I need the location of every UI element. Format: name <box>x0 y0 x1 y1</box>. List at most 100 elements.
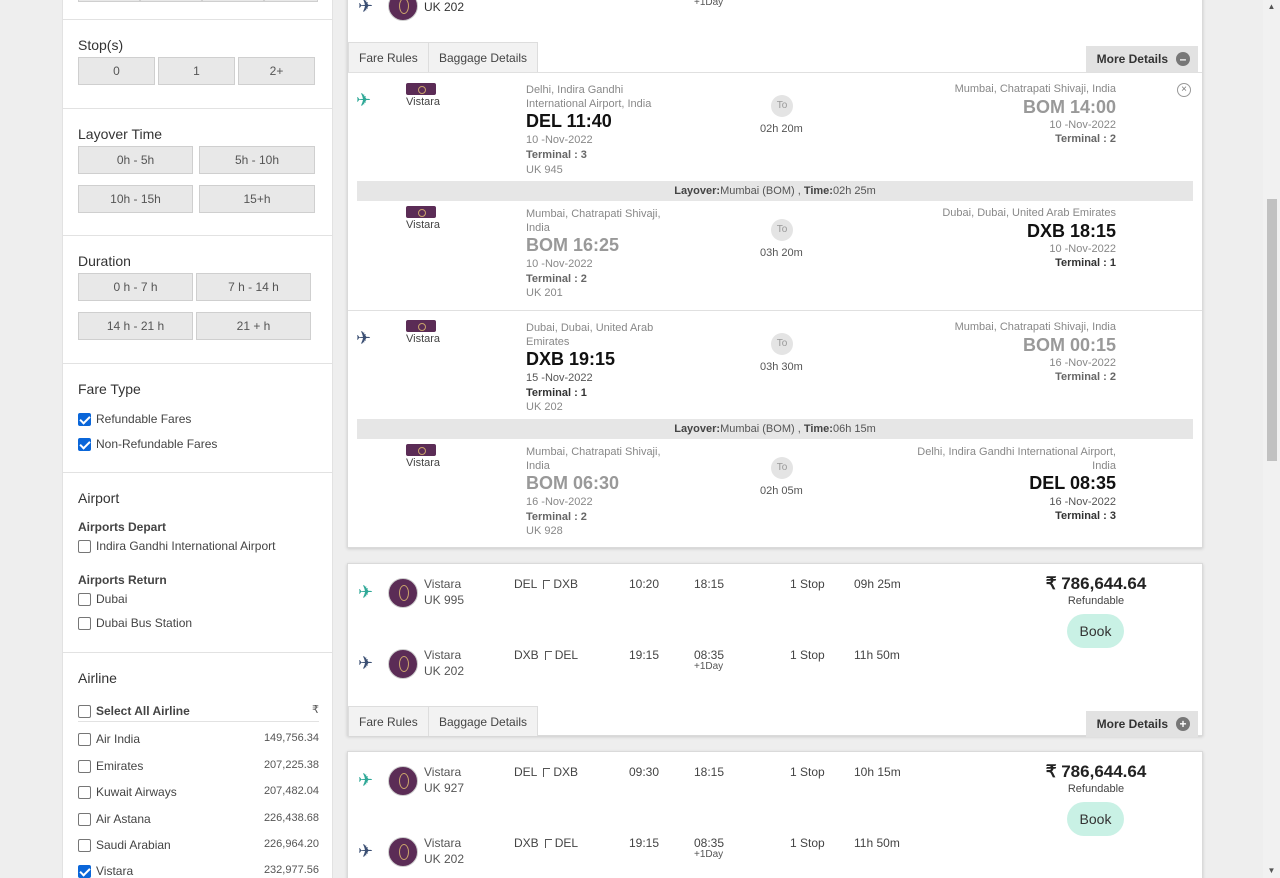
more-details-button[interactable]: More Details + <box>1085 711 1198 737</box>
arrival-time: 18:15 <box>694 577 725 591</box>
select-all-checkbox[interactable] <box>78 704 91 718</box>
airline-name: Vistara <box>424 765 462 779</box>
departure-plane-icon: ✈ <box>356 90 372 110</box>
layover-label: Layover: <box>674 423 721 435</box>
route-to: DEL <box>554 836 579 850</box>
airline-option[interactable]: Vistara <box>78 863 133 878</box>
from-code-time: BOM 06:30 <box>526 473 620 493</box>
layover-option-15plus[interactable]: 15+h <box>199 185 315 213</box>
book-button[interactable]: Book <box>1067 614 1124 648</box>
tab-baggage-details[interactable]: Baggage Details <box>428 42 539 72</box>
duration-filter: Duration 0 h - 7 h 7 h - 14 h 14 h - 21 … <box>63 236 332 364</box>
filter-sidebar: Stop(s) 0 1 2+ Layover Time 0h - 5h 5h -… <box>62 0 333 878</box>
from-date: 10 -Nov-2022 <box>526 258 593 270</box>
to-indicator: To <box>771 333 793 355</box>
airport-return-checkbox[interactable] <box>78 592 91 606</box>
tab-baggage-details[interactable]: Baggage Details <box>428 706 539 736</box>
to-terminal: Terminal : 3 <box>1055 510 1116 522</box>
airport-depart-checkbox[interactable] <box>78 539 91 553</box>
non-refundable-checkbox[interactable] <box>78 437 91 451</box>
filter-button-remnant[interactable] <box>264 0 318 2</box>
vistara-logo <box>406 206 436 218</box>
duration-option-14-21[interactable]: 14 h - 21 h <box>78 312 193 340</box>
more-details-label: More Details <box>1096 52 1168 66</box>
select-all-airline-option[interactable]: Select All Airline <box>78 703 190 719</box>
layover-option-10-15[interactable]: 10h - 15h <box>78 185 193 213</box>
duration: 11h 50m <box>854 648 900 662</box>
flight-result-expanded: ✈ UK 202 +1Day Fare Rules Baggage Detail… <box>347 0 1203 548</box>
airline-name: Vistara <box>96 864 134 878</box>
flight-number: UK 202 <box>424 852 465 866</box>
to-code-time: BOM 00:15 <box>1022 335 1116 355</box>
expand-icon: + <box>1176 717 1190 731</box>
more-details-button[interactable]: More Details – <box>1085 46 1198 72</box>
duration-option-21plus[interactable]: 21 + h <box>196 312 311 340</box>
refundable-fares-option[interactable]: Refundable Fares <box>78 411 191 427</box>
airline-checkbox[interactable] <box>78 732 91 746</box>
departure-plane-icon: ✈ <box>358 582 374 602</box>
price: ₹ 786,644.64 <box>1045 762 1147 781</box>
scroll-down-icon[interactable]: ▼ <box>1267 866 1276 876</box>
airline-checkbox[interactable] <box>78 864 91 878</box>
layover-option-0-5[interactable]: 0h - 5h <box>78 146 193 174</box>
flight-number: UK 995 <box>424 593 465 607</box>
airport-return-checkbox[interactable] <box>78 616 91 630</box>
route-from: DXB <box>514 836 539 850</box>
non-refundable-fares-option[interactable]: Non-Refundable Fares <box>78 436 217 452</box>
route-from: DEL <box>514 765 538 779</box>
scroll-up-icon[interactable]: ▲ <box>1267 2 1276 12</box>
airline-checkbox[interactable] <box>78 812 91 826</box>
filter-button-remnant[interactable] <box>140 0 202 2</box>
airline-name: Vistara <box>406 333 441 345</box>
airport-return-option-bus[interactable]: Dubai Bus Station <box>78 615 192 631</box>
layover-time: 02h 25m <box>832 185 876 197</box>
duration-option-7-14[interactable]: 7 h - 14 h <box>196 273 311 301</box>
filter-button-remnant[interactable] <box>202 0 264 2</box>
layover-filter: Layover Time 0h - 5h 5h - 10h 10h - 15h … <box>63 109 332 236</box>
from-city: Dubai, Dubai, United Arab Emirates <box>526 322 654 348</box>
to-city: Delhi, Indira Gandhi International Airpo… <box>917 446 1116 472</box>
layover-option-5-10[interactable]: 5h - 10h <box>199 146 315 174</box>
airline-name: Air Astana <box>96 812 151 826</box>
tab-fare-rules[interactable]: Fare Rules <box>348 706 429 736</box>
airline-option[interactable]: Air Astana <box>78 811 151 827</box>
airport-return-option-dubai[interactable]: Dubai <box>78 591 127 607</box>
airline-checkbox[interactable] <box>78 785 91 799</box>
from-terminal: Terminal : 2 <box>526 273 587 285</box>
airline-price: 232,977.56 <box>263 864 319 876</box>
airport-depart-option[interactable]: Indira Gandhi International Airport <box>78 538 275 554</box>
next-day-indicator: +1Day <box>694 661 724 672</box>
close-icon[interactable]: × <box>1177 83 1191 97</box>
airline-checkbox[interactable] <box>78 759 91 773</box>
from-terminal: Terminal : 2 <box>526 511 587 523</box>
duration: 11h 50m <box>854 836 900 850</box>
segment-duration: 02h 20m <box>760 123 803 135</box>
filter-button-remnant[interactable] <box>78 0 140 2</box>
airline-option[interactable]: Air India <box>78 731 140 747</box>
departure-time: 09:30 <box>629 765 660 779</box>
airline-name: Vistara <box>424 836 462 850</box>
scroll-thumb[interactable] <box>1267 199 1277 461</box>
airline-option[interactable]: Saudi Arabian <box>78 837 171 853</box>
airline-option[interactable]: Emirates <box>78 758 143 774</box>
to-code-time: BOM 14:00 <box>1022 97 1116 117</box>
airline-price: 207,225.38 <box>263 759 319 771</box>
tab-fare-rules[interactable]: Fare Rules <box>348 42 429 72</box>
airline-option[interactable]: Kuwait Airways <box>78 784 177 800</box>
airline-checkbox[interactable] <box>78 838 91 852</box>
stops-option-1[interactable]: 1 <box>158 57 235 85</box>
refundable-checkbox[interactable] <box>78 412 91 426</box>
stops: 1 Stop <box>790 577 825 591</box>
stops-title: Stop(s) <box>78 37 124 53</box>
airline-name: Vistara <box>406 96 441 108</box>
stops: 1 Stop <box>790 836 825 850</box>
stops-option-2plus[interactable]: 2+ <box>238 57 315 85</box>
airline-name: Emirates <box>96 759 144 773</box>
page-scrollbar[interactable]: ▲ ▼ <box>1263 0 1280 878</box>
duration-option-0-7[interactable]: 0 h - 7 h <box>78 273 193 301</box>
airports-return-title: Airports Return <box>78 573 167 587</box>
stops-option-0[interactable]: 0 <box>78 57 155 85</box>
book-button[interactable]: Book <box>1067 802 1124 836</box>
route-arrow-icon <box>544 839 552 848</box>
airline-price: 226,964.20 <box>263 838 319 850</box>
